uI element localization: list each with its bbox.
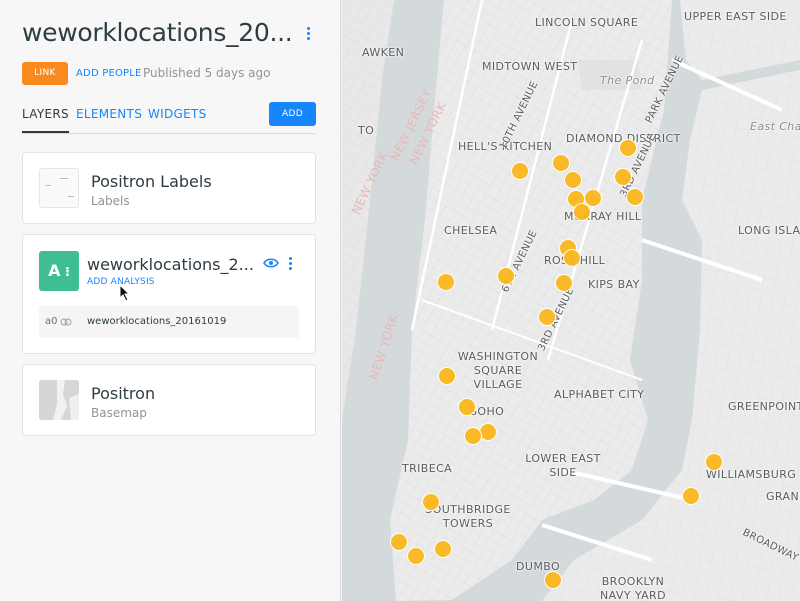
map-label-williamsburg: WILLIAMSBURG — [706, 468, 797, 481]
map-label-to: TO — [358, 124, 375, 137]
analysis-badge-letter: A — [48, 261, 61, 280]
location-marker[interactable] — [705, 453, 723, 471]
location-marker[interactable] — [573, 203, 591, 221]
location-marker[interactable] — [390, 533, 408, 551]
map-label-east-channel: East Channel — [750, 120, 800, 133]
map-label-lower-east-side: LOWER EAST SIDE — [525, 452, 601, 479]
location-marker[interactable] — [619, 139, 637, 157]
map-label-the-pond: The Pond — [600, 74, 655, 87]
location-marker[interactable] — [464, 427, 482, 445]
map-label-greenpoint: GREENPOINT — [728, 400, 800, 413]
map-label-grand: GRAND — [766, 490, 800, 503]
map-title[interactable]: weworklocations_20... — [22, 18, 293, 47]
layer-card-positron-labels[interactable]: Positron Labels Labels — [22, 152, 316, 224]
link-button[interactable]: LINK — [22, 62, 68, 85]
location-marker[interactable] — [614, 168, 632, 186]
location-marker[interactable] — [555, 274, 573, 292]
location-marker[interactable] — [438, 367, 456, 385]
editor-panel: weworklocations_20... LINK ADD PEOPLE Pu… — [0, 0, 341, 601]
map-label-lincoln-square: LINCOLN SQUARE — [535, 16, 639, 29]
analysis-node[interactable]: a0 weworklocations_20161019 — [39, 306, 299, 338]
map-label-washington-square-village: WASHINGTON SQUARE VILLAGE — [457, 350, 539, 391]
layer-subtitle: Labels — [91, 194, 130, 208]
location-marker[interactable] — [564, 171, 582, 189]
map-label-kips-bay: KIPS BAY — [588, 278, 640, 291]
layer-card-positron[interactable]: Positron Basemap — [22, 364, 316, 436]
location-marker[interactable] — [422, 493, 440, 511]
location-marker[interactable] — [437, 273, 455, 291]
map-options-icon[interactable] — [302, 27, 314, 45]
tab-elements[interactable]: ELEMENTS — [76, 107, 142, 121]
map-label-tribeca: TRIBECA — [402, 462, 453, 475]
mouse-cursor-icon — [119, 284, 131, 302]
layer-title: Positron — [91, 384, 156, 403]
layer-title: Positron Labels — [91, 172, 212, 191]
layer-subtitle: Basemap — [91, 406, 147, 420]
location-marker[interactable] — [458, 398, 476, 416]
location-marker[interactable] — [434, 540, 452, 558]
layer-options-icon[interactable] — [286, 257, 294, 273]
layer-title: weworklocations_2... — [87, 255, 254, 274]
basemap-thumbnail-image — [39, 380, 79, 420]
map-label-awken: AWKEN — [362, 46, 405, 59]
published-status: Published 5 days ago — [143, 66, 271, 80]
layer-card-weworklocations[interactable]: A ⁝ weworklocations_2... ADD ANALYSIS a0… — [22, 234, 316, 354]
tab-widgets[interactable]: WIDGETS — [148, 107, 207, 121]
location-marker[interactable] — [511, 162, 529, 180]
location-marker[interactable] — [497, 267, 515, 285]
node-link-icon — [60, 318, 72, 326]
add-people-link[interactable]: ADD PEOPLE — [76, 68, 142, 79]
map-label-alphabet-city: ALPHABET CITY — [554, 388, 645, 401]
analysis-badge: A ⁝ — [39, 251, 79, 291]
map-view[interactable]: LINCOLN SQUARE UPPER EAST SIDE AWKEN MID… — [342, 0, 800, 601]
eye-icon[interactable] — [263, 257, 279, 269]
map-label-chelsea: CHELSEA — [444, 224, 498, 237]
location-marker[interactable] — [407, 547, 425, 565]
map-label-brooklyn-navy-yard: BROOKLYN NAVY YARD — [600, 575, 666, 601]
location-marker[interactable] — [544, 571, 562, 589]
analysis-id: a0 — [45, 316, 58, 327]
location-marker[interactable] — [563, 249, 581, 267]
basemap-thumbnail — [39, 380, 79, 420]
analysis-source-name: weworklocations_20161019 — [87, 316, 227, 327]
labels-thumbnail — [39, 168, 79, 208]
map-label-upper-east-side: UPPER EAST SIDE — [684, 10, 787, 23]
map-label-midtown-west: MIDTOWN WEST — [482, 60, 578, 73]
location-marker[interactable] — [626, 188, 644, 206]
location-marker[interactable] — [552, 154, 570, 172]
location-marker[interactable] — [682, 487, 700, 505]
add-layer-button[interactable]: ADD — [269, 102, 316, 126]
map-label-long-island-city: LONG ISLAND CITY — [738, 224, 800, 237]
tab-layers[interactable]: LAYERS — [22, 107, 69, 133]
location-marker[interactable] — [538, 308, 556, 326]
